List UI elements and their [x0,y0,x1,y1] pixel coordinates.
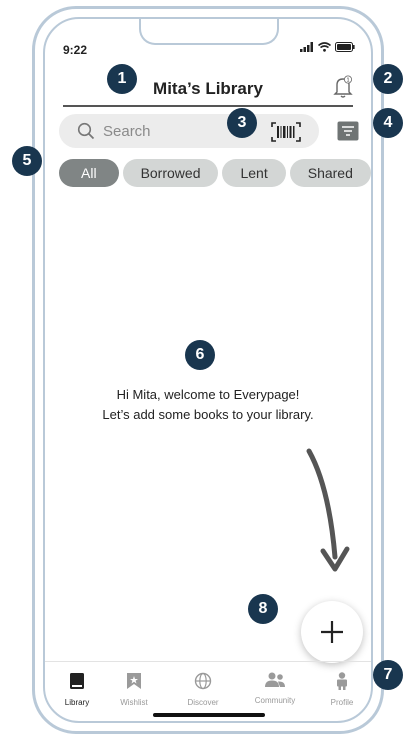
annotation-badge-8: 8 [248,594,278,624]
signal-icon [300,42,313,52]
annotation-badge-7: 7 [373,660,403,690]
chip-lent[interactable]: Lent [222,159,286,187]
annotation-badge-5: 5 [12,146,42,176]
app-header: Mita’s Library 1 [45,73,371,107]
barcode-scan-button[interactable] [271,122,301,147]
chip-shared[interactable]: Shared [289,159,371,187]
search-input[interactable]: Search [103,123,151,140]
welcome-line-1: Hi Mita, welcome to Everypage! [116,387,300,402]
tab-discover[interactable]: Discover [171,672,235,707]
filter-icon [337,121,359,141]
tab-community[interactable]: Community [243,672,307,705]
person-icon [337,672,347,690]
plus-icon [321,621,343,643]
hint-arrow-icon [306,448,350,572]
filter-button[interactable] [337,121,359,146]
tab-discover-label: Discover [187,698,219,707]
annotation-badge-1: 1 [107,64,137,94]
battery-icon [335,42,355,52]
header-divider [63,105,353,107]
app-screen: 9:22 Mita’s Library 1 Search All Borrowe… [43,17,373,723]
add-book-button[interactable] [301,601,363,663]
book-icon [70,673,84,689]
welcome-line-2: Let’s add some books to your library. [102,407,314,422]
notification-count: 1 [346,78,349,84]
people-icon [265,672,285,687]
annotation-badge-3: 3 [227,108,257,138]
empty-state-message: Hi Mita, welcome to Everypage! Let’s add… [45,385,371,425]
tab-library[interactable]: Library [45,672,109,707]
annotation-badge-4: 4 [373,108,403,138]
chip-borrowed[interactable]: Borrowed [122,159,219,187]
phone-frame: 9:22 Mita’s Library 1 Search All Borrowe… [32,6,384,734]
bottom-tab-bar: Library Wishlist Discover Community Prof… [45,661,371,721]
wifi-icon [318,42,331,52]
annotation-badge-2: 2 [373,64,403,94]
annotation-badge-6: 6 [185,340,215,370]
tab-library-label: Library [64,698,90,707]
status-time: 9:22 [63,43,88,57]
home-indicator [153,713,265,717]
search-icon [77,122,95,140]
tab-wishlist[interactable]: Wishlist [102,672,166,707]
bookmark-star-icon [127,673,141,689]
chip-all[interactable]: All [59,159,119,187]
filter-chips: All Borrowed Lent Shared [59,159,371,187]
tab-profile-label: Profile [330,698,354,707]
barcode-icon [271,122,301,142]
search-bar[interactable]: Search [59,114,319,148]
tab-profile[interactable]: Profile [310,672,371,707]
device-notch [139,19,279,45]
page-title: Mita’s Library [153,79,263,98]
globe-icon [194,672,212,690]
bell-icon: 1 [333,75,353,98]
tab-wishlist-label: Wishlist [120,698,148,707]
tab-community-label: Community [254,696,296,705]
status-icons [300,42,355,52]
notifications-button[interactable]: 1 [331,75,355,104]
